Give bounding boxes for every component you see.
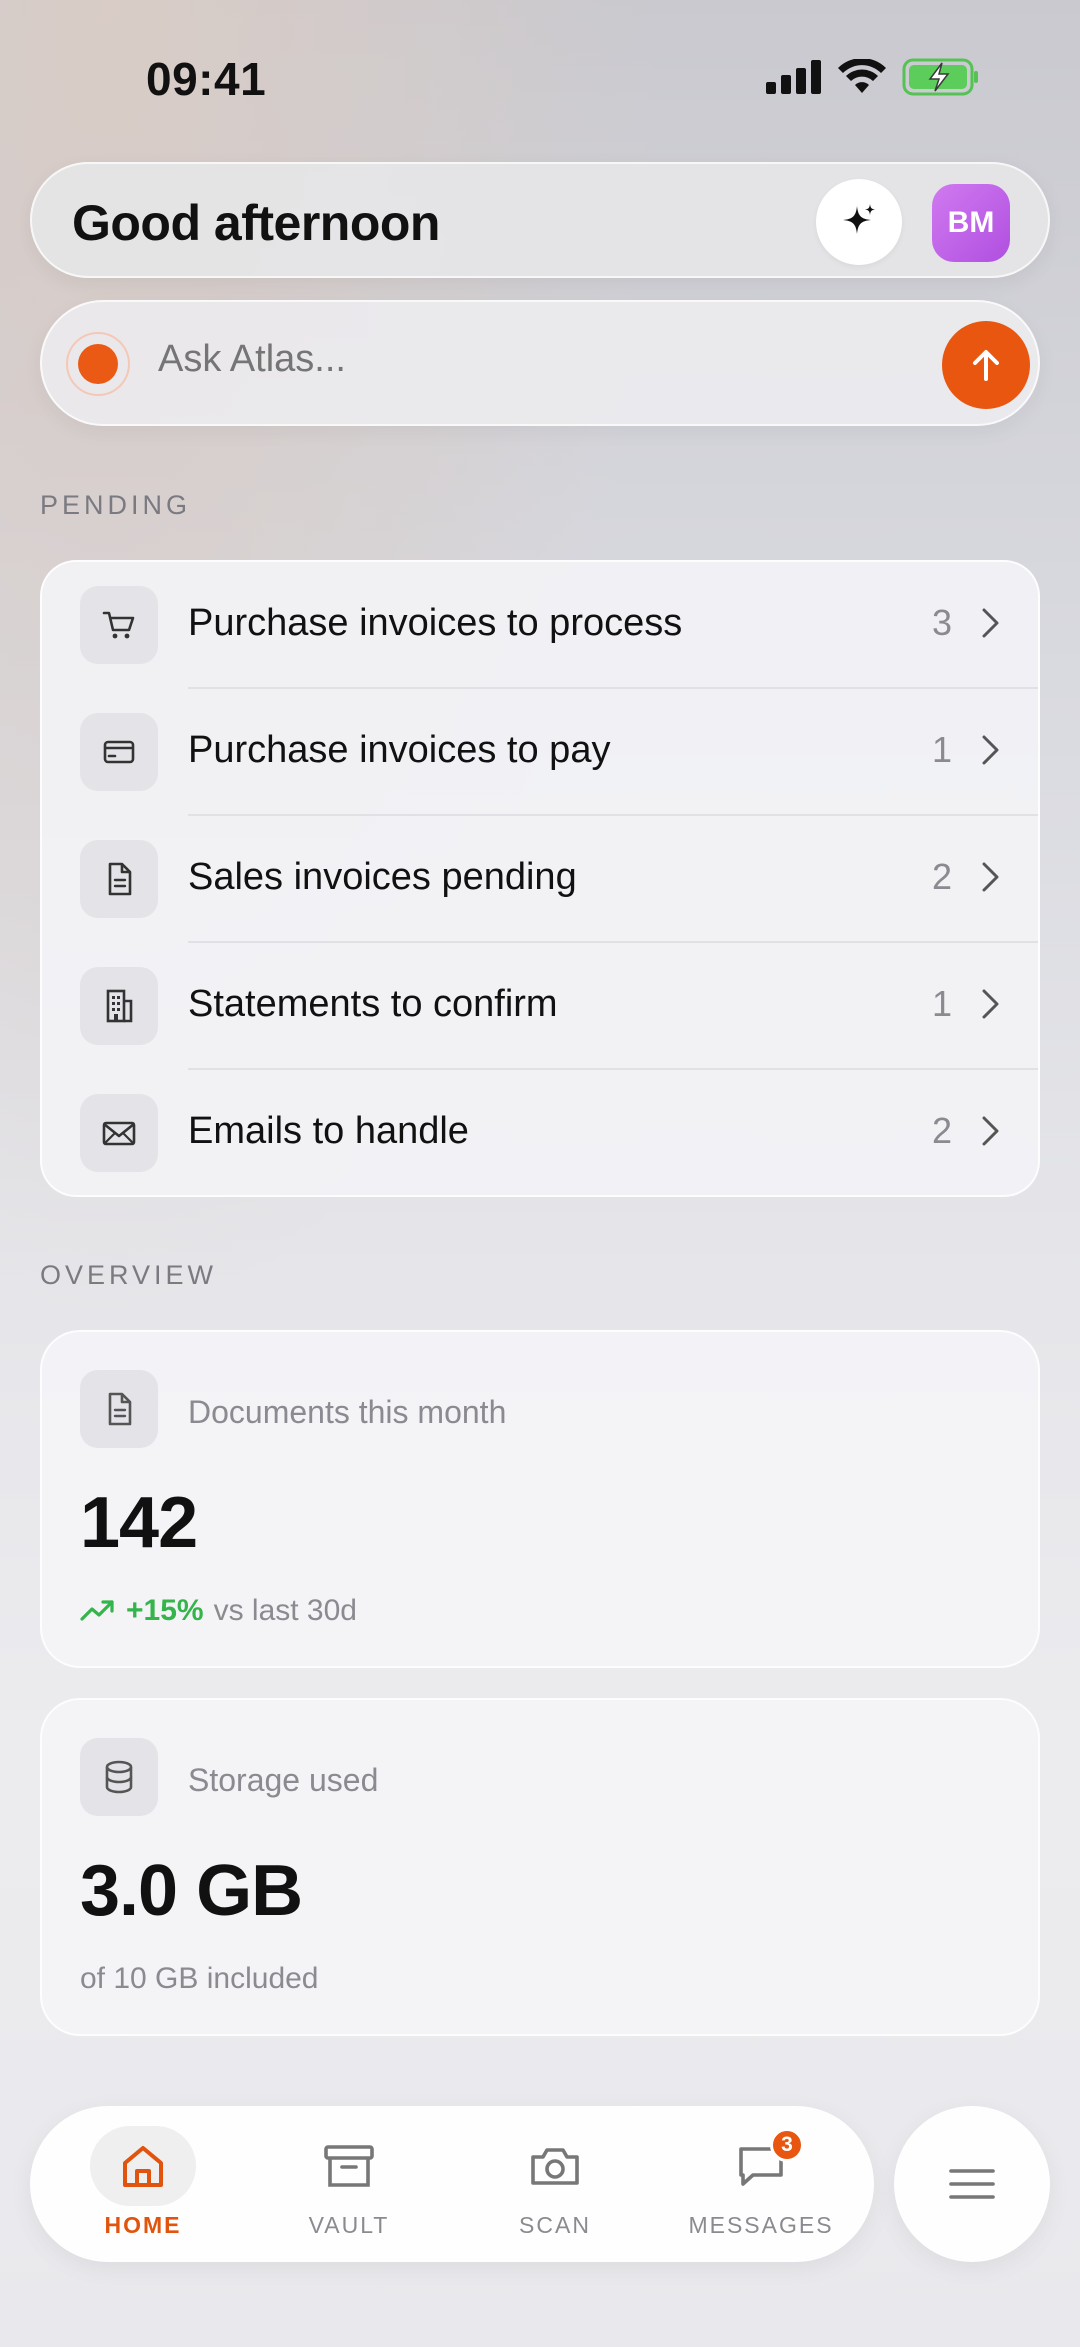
building-icon — [106, 989, 133, 1023]
tab-vault[interactable]: VAULT — [246, 2106, 452, 2262]
record-button[interactable] — [66, 332, 130, 396]
chevron-right-icon — [982, 735, 999, 765]
avatar[interactable]: BM — [932, 184, 1010, 262]
chevron-right-icon — [982, 862, 999, 892]
status-icons — [766, 58, 980, 96]
hamburger-menu-icon — [949, 2169, 995, 2199]
tab-scan[interactable]: SCAN — [452, 2106, 658, 2262]
pending-list: Purchase invoices to process 3 Purchase … — [40, 560, 1040, 1197]
documents-card[interactable]: Documents this month 142 +15% vs last 30… — [40, 1330, 1040, 1668]
tab-bar: HOME VAULT SCAN 3 MESSAGES — [30, 2106, 874, 2262]
ask-input[interactable] — [158, 338, 858, 381]
chevron-right-icon — [982, 608, 999, 638]
storage-title: Storage used — [188, 1762, 379, 1798]
documents-title: Documents this month — [188, 1394, 507, 1430]
storage-card[interactable]: Storage used 3.0 GB of 10 GB included — [40, 1698, 1040, 2036]
wifi-icon — [838, 59, 886, 93]
pending-section-label: PENDING — [40, 490, 192, 520]
pending-item-purchase-pay[interactable]: Purchase invoices to pay 1 — [42, 689, 1038, 816]
pending-item-label: Statements to confirm — [188, 983, 558, 1025]
document-icon — [108, 1392, 132, 1426]
pending-item-statements[interactable]: Statements to confirm 1 — [42, 943, 1038, 1070]
chevron-right-icon — [982, 1116, 999, 1146]
database-icon — [105, 1760, 133, 1794]
ai-sparkle-button[interactable] — [816, 179, 902, 265]
signal-icon — [766, 60, 821, 94]
camera-icon — [531, 2148, 579, 2185]
tab-label: VAULT — [308, 2212, 390, 2238]
document-icon — [108, 862, 132, 896]
chevron-right-icon — [982, 989, 999, 1019]
trending-up-icon — [80, 1600, 114, 1621]
header-bar: Good afternoon BM — [30, 162, 1050, 278]
status-bar: 09:41 — [0, 0, 1080, 150]
tab-messages[interactable]: 3 MESSAGES — [658, 2106, 864, 2262]
tab-label: MESSAGES — [688, 2212, 834, 2238]
pending-item-count: 2 — [931, 856, 952, 897]
overview-section-label: OVERVIEW — [40, 1260, 218, 1290]
storage-used-value: 3.0 GB — [80, 1851, 303, 1931]
envelope-icon — [102, 1121, 136, 1146]
pending-item-label: Purchase invoices to process — [188, 602, 683, 644]
menu-button[interactable] — [894, 2106, 1050, 2262]
pending-item-count: 1 — [931, 983, 952, 1024]
sparkle-icon — [843, 204, 875, 234]
messages-badge: 3 — [770, 2128, 804, 2162]
archive-icon — [324, 2145, 374, 2187]
pending-item-count: 1 — [931, 729, 952, 770]
arrow-up-icon — [973, 350, 999, 381]
status-time: 09:41 — [146, 53, 267, 105]
ask-bar — [40, 300, 1040, 426]
home-icon — [123, 2146, 163, 2187]
tab-home[interactable]: HOME — [40, 2106, 246, 2262]
cart-icon — [102, 611, 135, 639]
greeting-title: Good afternoon — [72, 195, 440, 251]
pending-item-count: 3 — [931, 602, 952, 643]
pending-item-label: Sales invoices pending — [188, 856, 577, 898]
pending-item-label: Purchase invoices to pay — [188, 729, 611, 771]
battery-charging-icon — [902, 58, 978, 96]
trend-suffix: vs last 30d — [213, 1594, 357, 1627]
pending-item-emails[interactable]: Emails to handle 2 — [42, 1070, 1038, 1195]
pending-item-purchase-process[interactable]: Purchase invoices to process 3 — [42, 562, 1038, 689]
record-dot-icon — [78, 344, 118, 384]
pending-item-label: Emails to handle — [188, 1110, 469, 1152]
tab-label: HOME — [104, 2212, 182, 2238]
tab-label: SCAN — [519, 2212, 591, 2238]
pending-item-count: 2 — [931, 1110, 952, 1151]
documents-count: 142 — [80, 1483, 198, 1563]
pending-item-sales-invoices[interactable]: Sales invoices pending 2 — [42, 816, 1038, 943]
documents-trend: +15% vs last 30d — [80, 1594, 357, 1628]
send-button[interactable] — [942, 321, 1030, 409]
storage-subtitle: of 10 GB included — [80, 1962, 319, 1995]
credit-card-icon — [103, 740, 135, 764]
trend-value: +15% — [126, 1594, 204, 1627]
